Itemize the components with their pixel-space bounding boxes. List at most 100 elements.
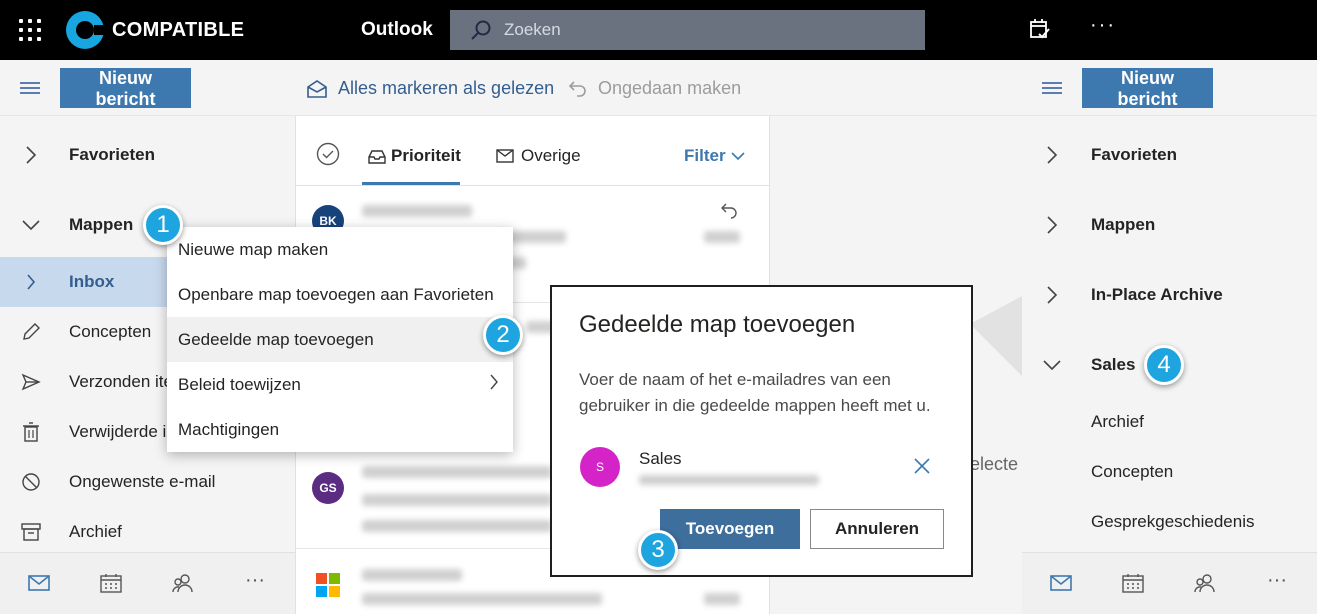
app-name[interactable]: Outlook: [361, 19, 433, 41]
filter-label: Filter: [684, 146, 726, 165]
nav-favorites-label: Favorieten: [69, 145, 155, 164]
reading-pane-text: electe: [970, 454, 1019, 474]
menu-item-add-shared-folder[interactable]: Gedeelde map toevoegen: [167, 317, 513, 362]
menu-item-permissions[interactable]: Machtigingen: [167, 407, 513, 452]
mark-all-read-label: Alles markeren als gelezen: [338, 78, 555, 98]
nav-item-archive[interactable]: Archief: [0, 507, 295, 557]
step-badge-4: 4: [1144, 345, 1184, 385]
mail-icon[interactable]: [1050, 575, 1072, 596]
select-all-icon[interactable]: [316, 142, 340, 171]
inbox-icon: [368, 150, 386, 164]
command-bar: Nieuw bericht Alles markeren als gelezen…: [0, 60, 1317, 116]
nav-sub-item-label: Archief: [1091, 412, 1144, 431]
people-icon[interactable]: [172, 573, 194, 598]
blurred-subject: [362, 494, 552, 506]
add-shared-folder-dialog: Gedeelde map toevoegen Voer de naam of h…: [550, 285, 973, 577]
chevron-down-icon: [1042, 359, 1062, 371]
company-logo: COMPATIBLE: [66, 11, 244, 49]
nav-item-label: Ongewenste e-mail: [69, 472, 216, 491]
new-message-button-right[interactable]: Nieuw bericht: [1082, 68, 1213, 109]
blurred-preview: [362, 520, 552, 532]
blurred-sender: [362, 205, 472, 217]
calendar-icon[interactable]: [100, 573, 122, 598]
more-apps-icon[interactable]: ···: [1267, 569, 1287, 592]
undo-button[interactable]: Ongedaan maken: [568, 78, 741, 99]
nav-favorites[interactable]: Favorieten: [0, 130, 295, 180]
menu-item-add-public-folder[interactable]: Openbare map toevoegen aan Favorieten: [167, 272, 513, 317]
tab-other[interactable]: Overige: [496, 146, 581, 166]
nav-item-label: Verwijderde i: [69, 422, 167, 441]
calendar-check-icon[interactable]: [1028, 17, 1052, 46]
archive-icon: [20, 523, 42, 541]
nav-favorites-label: Favorieten: [1091, 145, 1177, 164]
blurred-sender: [362, 466, 552, 478]
chevron-down-icon: [20, 219, 42, 231]
menu-item-label: Beleid toewijzen: [178, 374, 301, 394]
mark-all-read-button[interactable]: Alles markeren als gelezen: [306, 78, 554, 99]
avatar: GS: [312, 472, 344, 504]
blurred-date: [704, 231, 740, 243]
envelope-open-icon: [307, 79, 327, 98]
nav-sales-drafts[interactable]: Concepten: [1022, 447, 1317, 497]
mail-icon[interactable]: [28, 575, 50, 596]
nav-item-label: Archief: [69, 522, 122, 541]
nav-sales-archive[interactable]: Archief: [1022, 397, 1317, 447]
envelope-clock-icon: [496, 149, 514, 163]
chevron-down-icon: [730, 152, 745, 161]
nav-sales-conversation-history[interactable]: Gesprekgeschiedenis: [1022, 497, 1317, 547]
dialog-title: Gedeelde map toevoegen: [579, 311, 856, 338]
step-badge-3: 3: [638, 530, 678, 570]
hamburger-menu-icon-right[interactable]: [1042, 82, 1062, 94]
nav-item-junk[interactable]: Ongewenste e-mail: [0, 457, 295, 507]
logo-mark-icon: [66, 11, 106, 49]
active-tab-indicator: [362, 182, 460, 185]
people-icon[interactable]: [1194, 573, 1216, 598]
more-apps-icon[interactable]: ···: [245, 569, 265, 592]
app-launcher-icon[interactable]: [19, 19, 41, 41]
nav-sub-item-label: Concepten: [1091, 462, 1174, 481]
chevron-right-icon: [1042, 146, 1062, 164]
close-icon[interactable]: [913, 457, 931, 480]
block-icon: [20, 472, 42, 492]
more-options-icon[interactable]: ···: [1090, 14, 1116, 37]
nav-item-label: Concepten: [69, 322, 152, 341]
menu-item-label: Gedeelde map toevoegen: [178, 329, 374, 349]
search-input[interactable]: [504, 20, 904, 40]
calendar-icon[interactable]: [1122, 573, 1144, 598]
module-switcher: ···: [0, 552, 295, 614]
nav-folders-label: Mappen: [69, 215, 134, 234]
chevron-right-icon: [489, 374, 499, 395]
empty-state-envelope-icon: [970, 296, 1022, 376]
search-box[interactable]: [450, 10, 925, 50]
undo-icon: [568, 80, 586, 97]
tab-other-label: Overige: [521, 146, 581, 165]
menu-item-new-folder[interactable]: Nieuwe map maken: [167, 227, 513, 272]
right-folder-pane: Favorieten Mappen In-Place Archive Sales…: [1022, 116, 1317, 552]
top-bar: COMPATIBLE Outlook ···: [0, 0, 1317, 60]
tab-priority-label: Prioriteit: [391, 146, 461, 165]
chevron-right-icon: [1042, 216, 1062, 234]
tab-priority[interactable]: Prioriteit: [368, 146, 461, 166]
recipient-name: Sales: [639, 449, 682, 468]
nav-in-place-archive[interactable]: In-Place Archive: [1022, 270, 1317, 320]
add-button[interactable]: Toevoegen: [660, 509, 800, 549]
nav-item-label: Verzonden ite: [69, 372, 173, 391]
menu-item-label: Machtigingen: [178, 419, 280, 439]
blurred-subject: [362, 593, 602, 605]
new-message-button[interactable]: Nieuw bericht: [60, 68, 191, 109]
dialog-description: Voer de naam of het e-mailadres van een …: [579, 370, 931, 415]
module-switcher-right: ···: [1022, 552, 1317, 614]
recipient-avatar: S: [580, 447, 620, 487]
hamburger-menu-icon[interactable]: [20, 82, 40, 94]
nav-folders-label: Mappen: [1091, 215, 1156, 234]
menu-item-assign-policy[interactable]: Beleid toewijzen: [167, 362, 513, 407]
nav-folders-right[interactable]: Mappen: [1022, 200, 1317, 250]
filter-button[interactable]: Filter: [684, 146, 745, 166]
folder-context-menu: Nieuwe map maken Openbare map toevoegen …: [167, 227, 513, 452]
nav-favorites-right[interactable]: Favorieten: [1022, 130, 1317, 180]
reply-icon: [720, 201, 738, 224]
cancel-button[interactable]: Annuleren: [810, 509, 944, 549]
send-icon: [20, 373, 42, 391]
chevron-right-icon: [1042, 286, 1062, 304]
chevron-right-icon: [20, 146, 42, 164]
